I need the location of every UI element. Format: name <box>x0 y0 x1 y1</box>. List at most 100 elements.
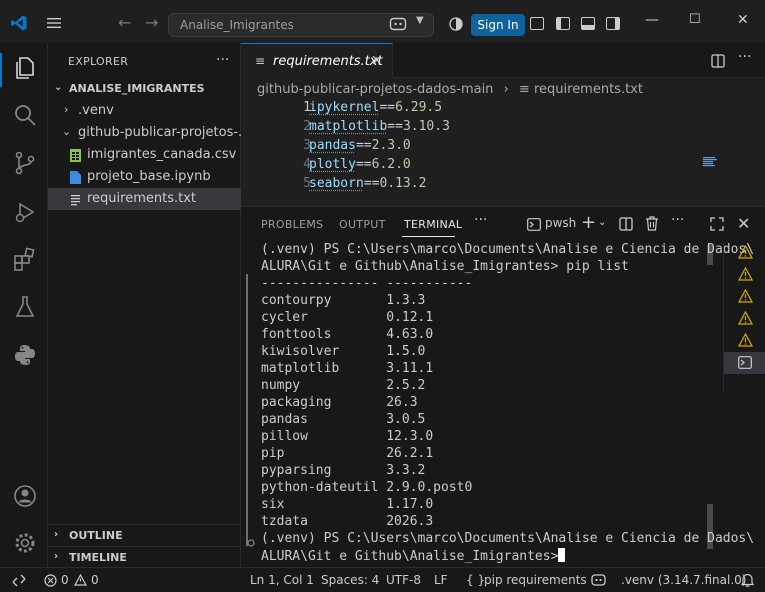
tree-item-label: projeto_base.ipynb <box>87 169 211 184</box>
close-tab-icon[interactable]: ✕ <box>371 53 383 69</box>
accounts-icon[interactable] <box>449 17 463 31</box>
new-terminal-plus-icon[interactable]: + <box>581 212 596 233</box>
tree-item-csv[interactable]: imigrantes_canada.csv <box>48 144 241 166</box>
warning-count[interactable]: 0 <box>91 573 99 587</box>
notifications-bell-icon[interactable] <box>741 573 754 587</box>
end-of-line[interactable]: LF <box>434 573 448 587</box>
breadcrumb-folder[interactable]: github-publicar-projetos-dados-main <box>257 82 493 97</box>
tree-item-venv[interactable]: › .venv <box>48 100 241 122</box>
terminal-output[interactable]: (.venv) PS C:\Users\marco\Documents\Anal… <box>241 242 754 566</box>
terminal-tab-item-active[interactable] <box>724 352 765 374</box>
toggle-primary-sidebar-icon[interactable] <box>556 17 570 30</box>
workspace-root-header[interactable]: ⌄ ANALISE_IMIGRANTES <box>48 78 241 100</box>
terminal-line: pyparsing 3.3.2 <box>261 463 426 478</box>
copilot-chevron-icon[interactable]: ▼ <box>416 15 424 26</box>
maximize-icon[interactable]: ☐ <box>689 12 701 27</box>
command-decoration-circle-icon[interactable] <box>247 539 255 547</box>
split-editor-icon[interactable] <box>711 54 725 68</box>
close-panel-icon[interactable]: ✕ <box>737 214 750 233</box>
python-icon[interactable] <box>12 342 38 368</box>
indentation[interactable]: Spaces: 4 <box>321 573 379 587</box>
tab-label: requirements.txt <box>273 54 383 69</box>
terminal-tab-item[interactable] <box>724 330 765 352</box>
version: 3.10.3 <box>402 119 450 134</box>
account-icon[interactable] <box>12 483 38 509</box>
braces-icon: { } <box>466 573 486 587</box>
panel-more-icon[interactable]: ··· <box>474 212 487 228</box>
tree-item-notebook[interactable]: projeto_base.ipynb <box>48 166 241 188</box>
timeline-label: TIMELINE <box>69 551 127 564</box>
minimize-icon[interactable]: — <box>645 12 659 28</box>
terminal-more-icon[interactable]: ··· <box>671 212 684 228</box>
terminal-line: pillow 12.3.0 <box>261 429 434 444</box>
operator: == <box>387 119 403 134</box>
search-icon[interactable] <box>12 102 38 128</box>
terminal-tabs-list <box>723 242 765 392</box>
chevron-down-icon: ⌄ <box>54 82 63 93</box>
tree-item-requirements[interactable]: requirements.txt <box>48 188 241 210</box>
outline-section-header[interactable]: › OUTLINE <box>48 524 241 546</box>
testing-flask-icon[interactable] <box>12 294 38 320</box>
terminal-tab-item[interactable] <box>724 264 765 286</box>
command-center-text: Analise_Imigrantes <box>180 18 294 32</box>
source-control-icon[interactable] <box>12 150 38 176</box>
code-text: plotly==6.2.0 <box>309 157 411 172</box>
chevron-right-icon: › <box>54 551 59 562</box>
operator: == <box>379 100 396 115</box>
terminal-tab-item[interactable] <box>724 242 765 264</box>
more-actions-icon[interactable]: ··· <box>738 49 751 65</box>
warning-icon[interactable] <box>74 574 87 586</box>
explorer-icon[interactable] <box>12 55 38 81</box>
tab-output[interactable]: OUTPUT <box>339 218 386 231</box>
text-file-icon: ≡ <box>518 82 530 97</box>
tab-problems[interactable]: PROBLEMS <box>261 218 323 231</box>
warning-icon <box>738 267 753 281</box>
text-file-icon <box>71 195 80 206</box>
breadcrumb-file[interactable]: requirements.txt <box>534 82 643 97</box>
maximize-panel-icon[interactable] <box>710 217 724 231</box>
explorer-more-actions-icon[interactable]: ··· <box>216 52 229 68</box>
encoding[interactable]: UTF-8 <box>386 573 421 587</box>
status-bar: 0 0 Ln 1, Col 1 Spaces: 4 UTF-8 LF { } p… <box>0 567 765 592</box>
chevron-right-icon: › <box>54 529 59 540</box>
minimap[interactable] <box>703 157 723 167</box>
package-name: plotly <box>309 157 356 172</box>
terminal-line: pandas 3.0.5 <box>261 412 426 427</box>
package-name: seaborn <box>309 176 364 191</box>
code-line: 5 seaborn==0.13.2 <box>241 176 765 195</box>
timeline-section-header[interactable]: › TIMELINE <box>48 546 241 568</box>
terminal-line: tzdata 2026.3 <box>261 514 434 529</box>
tab-terminal[interactable]: TERMINAL <box>404 218 462 231</box>
terminal-tab-item[interactable] <box>724 286 765 308</box>
terminal-dropdown-chevron-icon[interactable]: ⌄ <box>598 217 606 228</box>
close-window-icon[interactable]: ✕ <box>737 12 749 28</box>
toggle-panel-icon[interactable] <box>581 17 595 30</box>
remote-indicator-icon[interactable] <box>12 574 26 587</box>
split-terminal-icon[interactable] <box>619 217 633 231</box>
settings-gear-icon[interactable] <box>12 530 38 556</box>
extensions-icon[interactable] <box>12 246 38 272</box>
forward-arrow-icon[interactable]: → <box>145 15 158 31</box>
kill-terminal-trash-icon[interactable] <box>645 216 659 231</box>
tree-item-github-folder[interactable]: ⌄ github-publicar-projetos-... <box>48 122 250 144</box>
cursor-position[interactable]: Ln 1, Col 1 <box>250 573 314 587</box>
error-count[interactable]: 0 <box>61 573 69 587</box>
back-arrow-icon[interactable]: ← <box>118 15 131 31</box>
workspace-root-label: ANALISE_IMIGRANTES <box>69 82 205 95</box>
activity-bar <box>0 43 48 567</box>
copilot-icon[interactable] <box>389 17 407 31</box>
terminal-tab-item[interactable] <box>724 308 765 330</box>
error-icon[interactable] <box>44 574 57 587</box>
chevron-right-icon: › <box>503 82 509 97</box>
tab-requirements[interactable]: ≡ requirements.txt ✕ <box>241 43 393 78</box>
sign-in-button[interactable]: Sign In <box>471 14 525 36</box>
customize-layout-icon[interactable] <box>530 17 544 30</box>
python-interpreter[interactable]: .venv (3.14.7.final.0) <box>621 573 746 587</box>
menu-icon[interactable] <box>46 16 62 30</box>
run-debug-icon[interactable] <box>12 199 38 225</box>
language-mode[interactable]: pip requirements <box>484 573 587 587</box>
copilot-status-icon[interactable] <box>591 573 606 587</box>
terminal-shell-name[interactable]: pwsh <box>545 216 576 230</box>
explorer-title: EXPLORER <box>68 55 129 68</box>
toggle-secondary-sidebar-icon[interactable] <box>606 17 620 30</box>
